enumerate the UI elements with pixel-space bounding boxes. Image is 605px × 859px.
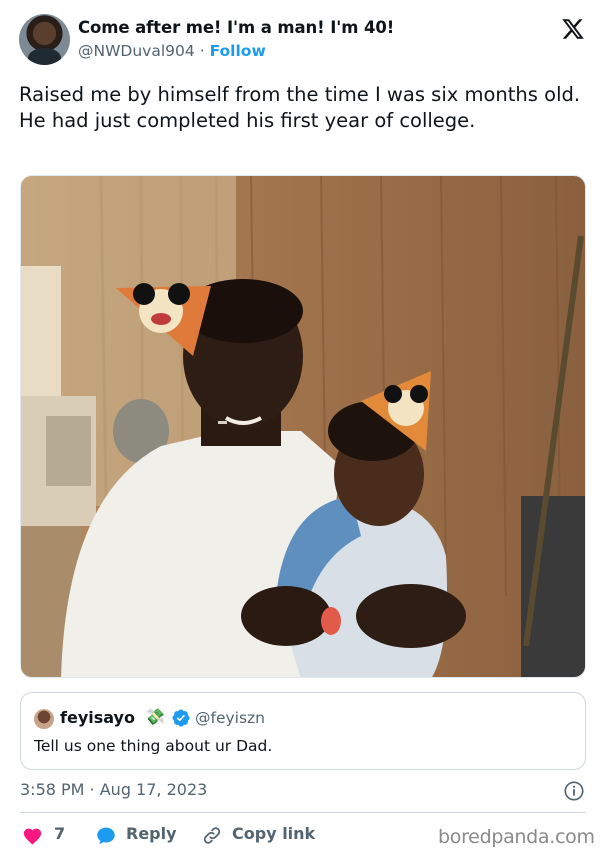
verified-badge-icon (172, 709, 190, 727)
quoted-tweet[interactable]: feyisayo 💸 @feyiszn Tell us one thing ab… (20, 692, 586, 770)
reply-icon[interactable] (95, 825, 117, 846)
user-avatar[interactable] (19, 14, 70, 65)
display-name[interactable]: Come after me! I'm a man! I'm 40! (78, 18, 394, 37)
follow-button[interactable]: Follow (210, 42, 266, 60)
tweet-text: Raised me by himself from the time I was… (19, 83, 581, 132)
quoted-display-name[interactable]: feyisayo (60, 708, 135, 727)
quoted-tweet-text: Tell us one thing about ur Dad. (34, 737, 273, 755)
quoted-user-handle[interactable]: @feyiszn (195, 709, 265, 727)
photo-illustration (21, 176, 585, 677)
separator: · (199, 42, 205, 60)
info-icon[interactable] (563, 780, 585, 802)
quoted-user-avatar[interactable] (34, 709, 54, 729)
reply-button[interactable]: Reply (126, 824, 177, 843)
handle-row: @NWDuval904 · Follow (78, 42, 266, 60)
watermark: boredpanda.com (438, 826, 595, 848)
divider (20, 812, 586, 813)
heart-icon[interactable] (22, 826, 43, 845)
user-handle[interactable]: @NWDuval904 (78, 42, 195, 60)
link-icon[interactable] (201, 825, 223, 846)
tweet-timestamp[interactable]: 3:58 PM · Aug 17, 2023 (20, 780, 207, 799)
tweet-card: Come after me! I'm a man! I'm 40! @NWDuv… (0, 0, 605, 859)
tweet-photo[interactable] (20, 175, 586, 678)
x-logo-icon[interactable] (560, 17, 586, 41)
money-emoji: 💸 (145, 707, 165, 726)
like-count[interactable]: 7 (54, 824, 65, 843)
copy-link-button[interactable]: Copy link (232, 824, 315, 843)
